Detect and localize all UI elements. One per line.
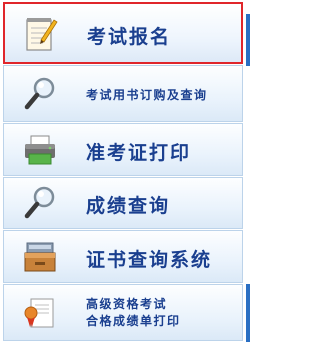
side-menu: 考试报名 考试用书订购及查询 准考证打印 成绩查询 证书查询系统 高级资格考试 …: [0, 0, 250, 343]
menu-item-label-line-2: 合格成绩单打印: [86, 314, 181, 328]
menu-item-advanced-score-print[interactable]: 高级资格考试 合格成绩单打印: [3, 284, 243, 341]
menu-item-label-line-1: 高级资格考试: [86, 297, 168, 311]
magnifier-icon: [18, 72, 62, 116]
menu-item-exam-registration[interactable]: 考试报名: [3, 2, 243, 64]
menu-item-admission-ticket-print[interactable]: 准考证打印: [3, 123, 243, 176]
menu-item-book-order[interactable]: 考试用书订购及查询: [3, 65, 243, 122]
adjacent-panel-edge: [246, 284, 250, 342]
menu-item-label-multiline: 高级资格考试 合格成绩单打印: [86, 296, 181, 330]
menu-item-label: 准考证打印: [86, 142, 192, 164]
printer-icon: [18, 128, 62, 172]
menu-item-label: 考试报名: [87, 26, 172, 48]
magnifier-icon: [18, 181, 62, 225]
menu-item-label: 成绩查询: [86, 195, 171, 217]
menu-item-label: 证书查询系统: [86, 249, 213, 271]
menu-item-certificate-query[interactable]: 证书查询系统: [3, 230, 243, 283]
notepad-pencil-icon: [19, 12, 63, 56]
menu-item-score-query[interactable]: 成绩查询: [3, 177, 243, 229]
certificate-icon: [18, 291, 62, 335]
menu-item-label: 考试用书订购及查询: [86, 88, 208, 102]
archive-box-icon: [18, 235, 62, 279]
adjacent-panel-edge: [246, 14, 250, 66]
